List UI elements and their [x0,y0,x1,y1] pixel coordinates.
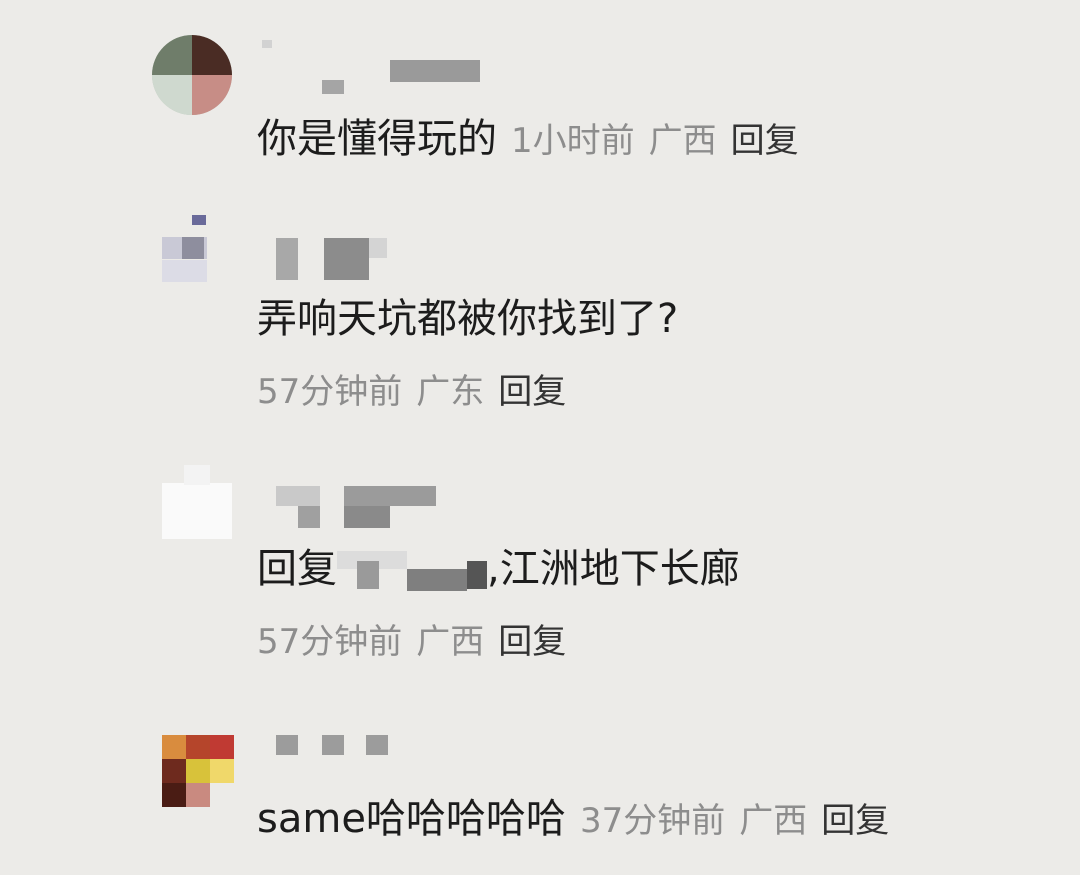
comment-location: 广东 [416,372,485,412]
avatar[interactable] [162,465,232,553]
avatar[interactable] [162,735,234,807]
avatar[interactable] [162,215,232,285]
reply-button[interactable]: 回复 [731,121,799,161]
avatar[interactable] [152,35,232,115]
comment-text: 你是懂得玩的 [257,116,497,162]
comment-text: ,江洲地下长廊 [487,546,740,592]
mention-blurred[interactable] [337,551,487,591]
reply-button[interactable]: 回复 [821,801,889,841]
comment-text: same哈哈哈哈哈 [257,796,566,842]
reply-prefix: 回复 [257,546,337,592]
comment-meta: 57分钟前 广西 回复 [257,622,566,662]
comment-location: 广西 [648,121,717,161]
username-blurred[interactable] [276,486,436,528]
comment-text-line: 你是懂得玩的 1小时前 广西 回复 [257,116,799,164]
comment-time: 57分钟前 [257,372,403,412]
comment-time: 57分钟前 [257,622,403,662]
comment-text-line: 弄响天坑都被你找到了? [257,296,678,342]
reply-button[interactable]: 回复 [498,372,566,412]
comment-text: 弄响天坑都被你找到了? [257,296,679,342]
comment-meta: 57分钟前 广东 回复 [257,372,566,412]
reply-button[interactable]: 回复 [498,622,566,662]
username-blurred[interactable] [276,238,396,280]
comment-text-line: same哈哈哈哈哈 37分钟前 广西 回复 [257,796,889,844]
comment-location: 广西 [416,622,485,662]
username-blurred[interactable] [262,40,482,94]
comment-time: 1小时前 [511,121,635,161]
comment-time: 37分钟前 [579,801,726,841]
comment-location: 广西 [739,801,808,841]
username-blurred[interactable] [276,735,436,775]
comment-text-line: 回复 ,江洲地下长廊 [257,546,740,592]
